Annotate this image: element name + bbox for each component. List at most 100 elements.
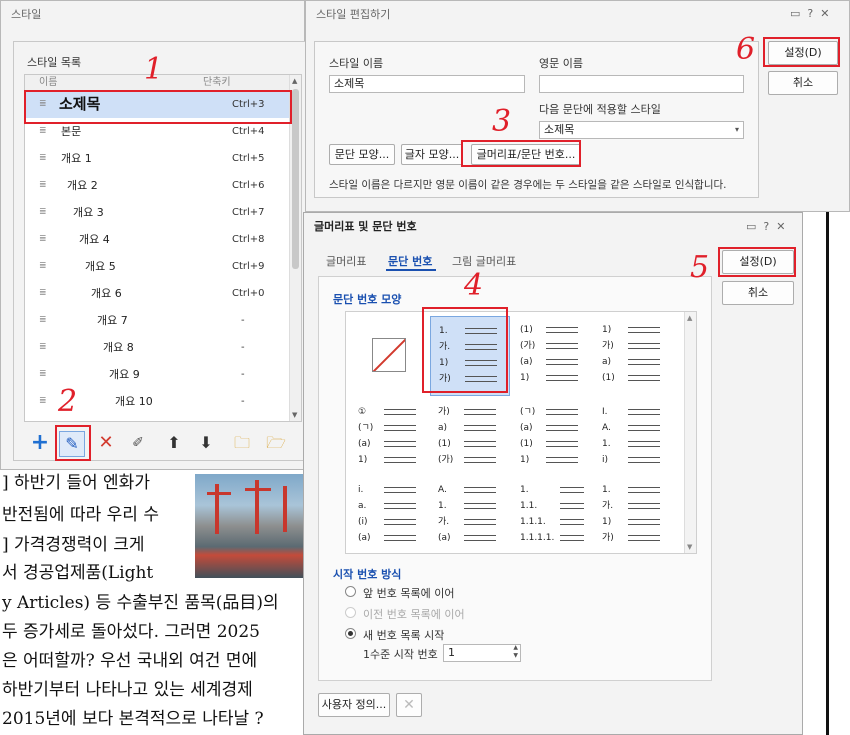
style-name-label: 스타일 이름 — [329, 57, 384, 70]
arrow-down-icon: ⬇ — [199, 433, 213, 452]
edit-cancel-button[interactable]: 취소 — [768, 71, 838, 95]
style-note: 스타일 이름은 다르지만 영문 이름이 같은 경우에는 두 스타일을 같은 스타… — [329, 179, 727, 191]
preset-scrollbar[interactable]: ▲ ▼ — [684, 312, 696, 553]
style-item[interactable]: ≣ 개요 8 - — [25, 334, 301, 361]
style-item[interactable]: ≣ 개요 3 Ctrl+7 — [25, 199, 301, 226]
preset[interactable]: I. A. 1. i) — [598, 398, 678, 478]
add-style-button[interactable]: + — [27, 431, 53, 457]
style-icon: ≣ — [39, 369, 47, 379]
radio-continue-before-label: 이전 번호 목록에 이어 — [363, 608, 465, 621]
help-icon[interactable]: ? — [807, 7, 813, 20]
window-edge — [826, 212, 829, 735]
style-item[interactable]: ≣ 개요 1 Ctrl+5 — [25, 145, 301, 172]
preset-none[interactable] — [350, 316, 430, 396]
stepper-arrows-icon[interactable]: ▲ ▼ — [513, 644, 518, 660]
edit-dialog-title: 스타일 편집하기 — [306, 1, 849, 29]
numbering-preset-grid[interactable]: 1. 가. 1) 가) (1) (가) (a) 1) 1) 가) a) (1) … — [345, 311, 697, 554]
annotation-box-4 — [422, 307, 508, 393]
help-icons: ▭ ? ✕ — [790, 7, 829, 20]
annotation-number: 6 — [736, 32, 756, 67]
scroll-down-icon[interactable]: ▼ — [687, 543, 692, 551]
doc-line: 반전됨에 따라 우리 수 — [2, 505, 159, 525]
radio-new-list[interactable] — [345, 628, 356, 639]
annotation-box-3 — [461, 140, 581, 167]
radio-continue-before[interactable] — [345, 607, 356, 618]
annotation-box-1 — [24, 90, 292, 124]
annotation-number: 5 — [690, 250, 710, 285]
scroll-up-icon[interactable]: ▲ — [687, 314, 692, 322]
start-section-label: 시작 번호 방식 — [333, 568, 402, 581]
col-name: 이름 — [39, 77, 58, 88]
preset[interactable]: 가) a) (1) (가) — [434, 398, 514, 478]
scroll-down-icon[interactable]: ▼ — [292, 411, 297, 419]
style-icon: ≣ — [39, 396, 47, 406]
folder-open-icon: 🗁 — [266, 433, 286, 452]
tab-paragraph-number[interactable]: 문단 번호 — [388, 253, 432, 269]
style-icon: ≣ — [39, 288, 47, 298]
style-item[interactable]: ≣ 개요 4 Ctrl+8 — [25, 226, 301, 253]
close-icon[interactable]: ✕ — [820, 7, 829, 20]
preset[interactable]: 1. 가. 1) 가) — [598, 476, 678, 556]
preset[interactable]: 1. 1.1. 1.1.1. 1.1.1.1. — [516, 476, 596, 556]
shape-section-label: 문단 번호 모양 — [333, 293, 402, 306]
style-list[interactable]: 이름 단축키 ≣ 소제목 Ctrl+3 ≣ 본문 Ctrl+4 ≣ 개요 1 C… — [24, 74, 302, 422]
doc-line: 두 증가세로 돌아섰다. 그러면 2025 — [2, 622, 260, 642]
annotation-box-5 — [718, 247, 796, 277]
preset[interactable]: A. 1. 가. (a) — [434, 476, 514, 556]
paragraph-shape-button[interactable]: 문단 모양... — [329, 144, 395, 165]
style-icon: ≣ — [39, 207, 47, 217]
next-style-value: 소제목 — [544, 123, 575, 136]
radio-continue-prev[interactable] — [345, 586, 356, 597]
edit-style-dialog: 스타일 편집하기 ▭ ? ✕ 스타일 이름 소제목 영문 이름 다음 문단에 적… — [305, 0, 850, 212]
custom-define-button[interactable]: 사용자 정의... — [318, 693, 390, 717]
preset[interactable]: (1) (가) (a) 1) — [516, 316, 596, 396]
scroll-thumb[interactable] — [292, 89, 299, 269]
numbering-panel: 문단 번호 모양 1. 가. 1) 가) (1) (가) (a) 1) 1) 가… — [318, 276, 712, 681]
delete-icon: ✕ — [98, 432, 114, 453]
import-style-button[interactable]: 🗀 — [229, 431, 255, 457]
chevron-down-icon: ▾ — [734, 125, 739, 134]
annotation-number: 2 — [58, 384, 78, 419]
move-up-button[interactable]: ⬆ — [161, 431, 187, 457]
style-item[interactable]: ≣ 개요 5 Ctrl+9 — [25, 253, 301, 280]
chat-icon[interactable]: ▭ — [746, 220, 756, 233]
style-window-title: 스타일 — [1, 1, 304, 29]
tab-bullets[interactable]: 글머리표 — [326, 253, 366, 269]
style-clean-button[interactable]: ✐ — [125, 431, 151, 457]
folder-import-icon: 🗀 — [233, 433, 250, 452]
edit-dialog-body: 스타일 이름 소제목 영문 이름 다음 문단에 적용할 스타일 소제목 ▾ 문단… — [314, 41, 759, 198]
numbering-title-icons: ▭ ? ✕ — [746, 220, 785, 233]
help-icon[interactable]: ? — [763, 220, 769, 233]
numbering-cancel-button[interactable]: 취소 — [722, 281, 794, 305]
style-list-scrollbar[interactable]: ▲ ▼ — [289, 75, 301, 421]
preset[interactable]: i. a. (i) (a) — [350, 476, 430, 556]
style-item[interactable]: ≣ 개요 7 - — [25, 307, 301, 334]
radio-new-list-label: 새 번호 목록 시작 — [363, 629, 445, 642]
start-level-stepper[interactable]: 1 ▲ ▼ — [443, 644, 521, 662]
numbering-dialog: 글머리표 및 문단 번호 ▭ ? ✕ 글머리표 문단 번호 그림 글머리표 문단… — [303, 212, 803, 735]
move-down-button[interactable]: ⬇ — [193, 431, 219, 457]
preset[interactable]: (ㄱ) (a) (1) 1) — [516, 398, 596, 478]
style-name-input[interactable]: 소제목 — [329, 75, 525, 93]
english-name-input[interactable] — [539, 75, 744, 93]
style-icon: ≣ — [39, 315, 47, 325]
doc-line: 2015년에 보다 본격적으로 나타날 ? — [2, 709, 264, 729]
annotation-number: 4 — [464, 268, 484, 303]
chat-icon[interactable]: ▭ — [790, 7, 800, 20]
delete-custom-button[interactable]: ✕ — [396, 693, 422, 717]
style-item[interactable]: ≣ 개요 2 Ctrl+6 — [25, 172, 301, 199]
next-style-select[interactable]: 소제목 ▾ — [539, 121, 744, 139]
start-level-value: 1 — [448, 646, 455, 659]
style-item[interactable]: ≣ 개요 6 Ctrl+0 — [25, 280, 301, 307]
annotation-number: 1 — [144, 52, 164, 87]
scroll-up-icon[interactable]: ▲ — [292, 77, 297, 85]
delete-style-button[interactable]: ✕ — [93, 431, 119, 457]
tab-picture-bullets[interactable]: 그림 글머리표 — [452, 253, 516, 269]
preset[interactable]: ① (ㄱ) (a) 1) — [350, 398, 430, 478]
open-style-button[interactable]: 🗁 — [263, 431, 289, 457]
preset[interactable]: 1) 가) a) (1) — [598, 316, 678, 396]
char-shape-button[interactable]: 글자 모양... — [401, 144, 463, 165]
close-icon[interactable]: ✕ — [776, 220, 785, 233]
close-icon: ✕ — [403, 697, 415, 713]
style-list-label: 스타일 목록 — [27, 56, 82, 69]
